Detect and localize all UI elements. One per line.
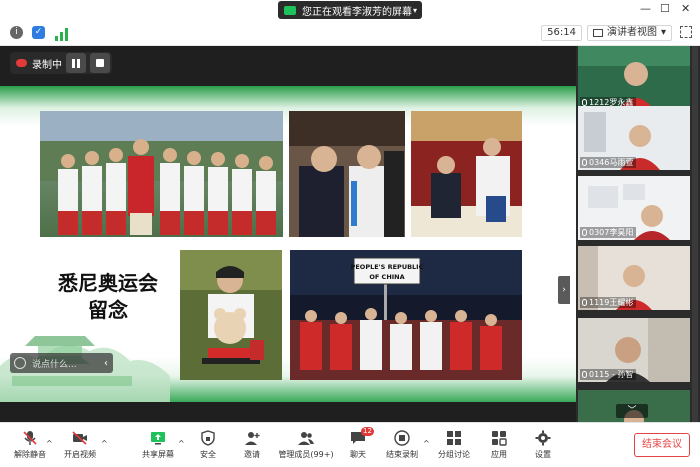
participant-tile[interactable]: 1119王耀彬 xyxy=(578,246,690,310)
participants-icon xyxy=(298,430,314,446)
apps-icon xyxy=(491,430,507,446)
shared-screen-area: 录制中 悉尼奥运会 留念 PEOPLE'S REPUBLIC OF CHINA … xyxy=(0,46,576,422)
share-screen-icon xyxy=(150,430,166,446)
video-options-caret[interactable]: ^ xyxy=(101,439,108,448)
pause-recording-button[interactable] xyxy=(66,53,86,73)
parade-photo: PEOPLE'S REPUBLIC OF CHINA xyxy=(290,250,522,380)
meeting-timer: 56:14 xyxy=(541,25,582,41)
settings-button[interactable]: 设置 xyxy=(515,427,571,465)
maximize-button[interactable]: ☐ xyxy=(660,2,670,15)
chat-unread-badge: 12 xyxy=(361,427,374,436)
emoji-icon[interactable] xyxy=(14,357,26,369)
athlete-bear-photo xyxy=(180,250,282,380)
unmute-label: 解除静音 xyxy=(14,450,46,459)
mic-icon xyxy=(582,299,587,306)
view-label: 演讲者视图 xyxy=(606,27,657,38)
participant-video-panel: ︿ 1212罗永鑫 0346马雨萱 0307李昊阳 1119王耀彬 0115 -… xyxy=(576,46,700,422)
viewing-share-indicator[interactable]: 您正在观看李淑芳的屏幕 ▾ xyxy=(278,1,422,19)
participant-tile[interactable]: 1212罗永鑫 xyxy=(578,46,690,110)
participant-tile[interactable]: 0346马雨萱 xyxy=(578,106,690,170)
side-panel-scrollbar[interactable] xyxy=(692,46,698,422)
share-banner: 您正在观看李淑芳的屏幕 ▾ — ☐ ✕ xyxy=(0,0,700,20)
country-sign-line1: PEOPLE'S REPUBLIC xyxy=(351,263,424,271)
participant-name: 0115 - 孙智 xyxy=(580,369,637,380)
mic-muted-icon xyxy=(22,430,38,446)
speaker-view-button[interactable]: 演讲者视图 ▾ xyxy=(586,25,672,41)
collapse-chat-icon[interactable]: ‹ xyxy=(104,358,108,369)
meeting-controls-bar: 解除静音 ^ 开启视频 ^ 共享屏幕 ^ 安全 邀请 管理成员(99+) 12 … xyxy=(0,422,700,467)
scroll-down-button[interactable]: ﹀ xyxy=(616,404,648,418)
meeting-photo xyxy=(411,111,522,237)
close-window-button[interactable]: ✕ xyxy=(681,2,690,15)
gear-icon xyxy=(535,430,551,446)
manage-participants-label: 管理成员(99+) xyxy=(278,450,334,459)
mic-icon xyxy=(582,229,587,236)
chat-placeholder: 说点什么... xyxy=(32,359,77,370)
recording-label: 录制中 xyxy=(32,59,62,71)
mic-icon xyxy=(582,159,587,166)
participant-name: 1119王耀彬 xyxy=(580,297,637,308)
recording-indicator: 录制中 xyxy=(10,52,112,74)
stop-record-icon xyxy=(394,430,410,446)
viewing-share-text: 您正在观看李淑芳的屏幕 xyxy=(302,6,412,18)
expand-side-panel-button[interactable]: › xyxy=(558,276,570,304)
participant-tile[interactable]: 0307李昊阳 xyxy=(578,176,690,240)
chevron-down-icon: ▾ xyxy=(412,5,417,15)
video-off-icon xyxy=(72,430,88,446)
invite-person-icon xyxy=(244,430,260,446)
screen-share-icon xyxy=(284,5,296,15)
shield-icon[interactable]: ✓ xyxy=(32,26,45,39)
info-icon[interactable]: i xyxy=(10,26,23,39)
mic-icon xyxy=(582,371,587,378)
chevron-down-icon: ▾ xyxy=(660,27,666,38)
start-video-button[interactable]: 开启视频 xyxy=(52,427,108,465)
mic-icon xyxy=(582,99,587,106)
participant-tile[interactable]: 0115 - 孙智 xyxy=(578,318,690,382)
meeting-window: 您正在观看李淑芳的屏幕 ▾ — ☐ ✕ i ✓ 56:14 演讲者视图 ▾ 录制… xyxy=(0,0,700,467)
participant-name: 0307李昊阳 xyxy=(580,227,637,238)
signal-icon[interactable] xyxy=(55,26,68,41)
participant-name: 0346马雨萱 xyxy=(580,157,637,168)
end-recording-button[interactable]: 结束录制 xyxy=(374,427,430,465)
slide-title-line1: 悉尼奥运会 xyxy=(58,271,158,295)
manage-participants-button[interactable]: 管理成员(99+) xyxy=(278,427,334,465)
settings-label: 设置 xyxy=(535,450,551,459)
pause-icon xyxy=(72,58,80,68)
floating-chat-input[interactable]: 说点什么... ‹ xyxy=(10,353,113,373)
end-recording-label: 结束录制 xyxy=(386,450,418,459)
stop-recording-button[interactable] xyxy=(90,53,110,73)
fullscreen-icon[interactable] xyxy=(680,26,692,38)
share-screen-label: 共享屏幕 xyxy=(142,450,174,459)
stop-icon xyxy=(96,59,104,67)
cloud-record-icon xyxy=(16,59,27,67)
shield-icon xyxy=(200,430,216,446)
breakout-rooms-icon xyxy=(446,430,462,446)
grid-view-icon xyxy=(592,29,603,37)
invite-label: 邀请 xyxy=(244,450,260,459)
team-group-photo xyxy=(40,111,283,237)
end-meeting-button[interactable]: 结束会议 xyxy=(634,433,690,457)
chat-icon: 12 xyxy=(350,427,374,446)
handshake-photo xyxy=(289,111,405,237)
meeting-top-toolbar: i ✓ 56:14 演讲者视图 ▾ xyxy=(0,20,700,46)
minimize-button[interactable]: — xyxy=(640,2,651,15)
invite-button[interactable]: 邀请 xyxy=(224,427,280,465)
start-video-label: 开启视频 xyxy=(64,450,96,459)
country-sign-line2: OF CHINA xyxy=(369,273,404,281)
